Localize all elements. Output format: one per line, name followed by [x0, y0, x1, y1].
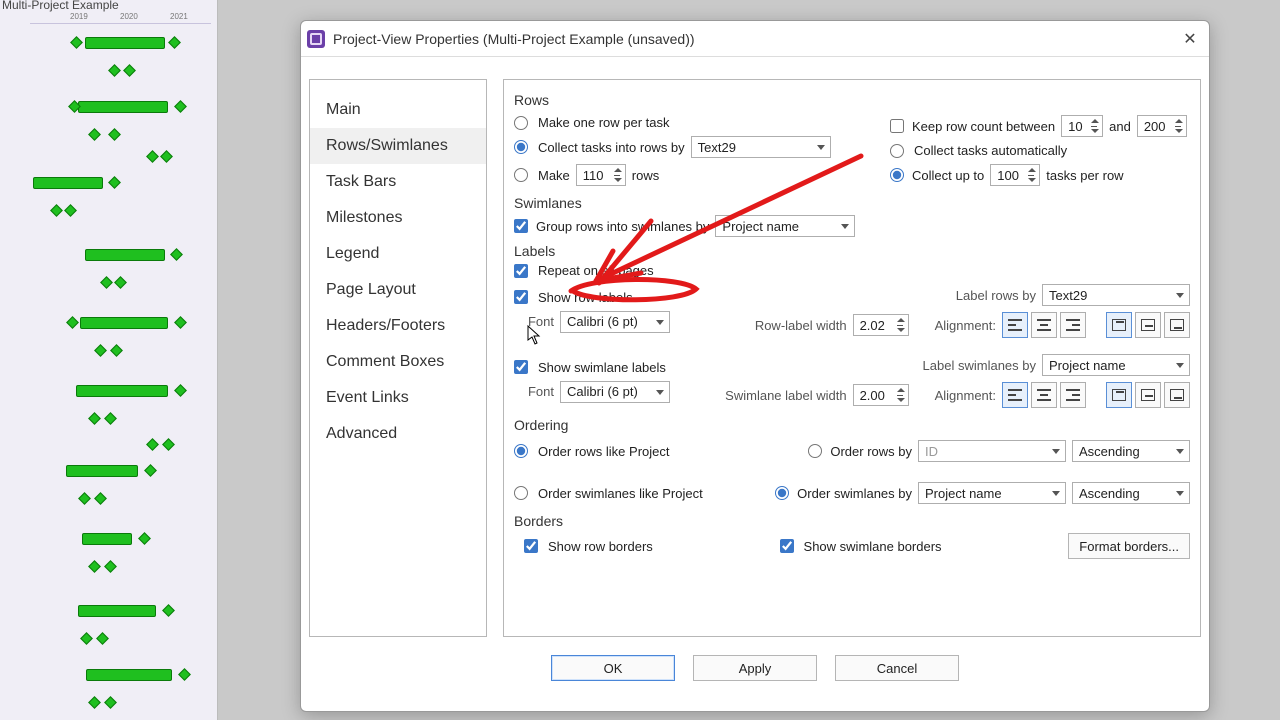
section-swimlanes-title: Swimlanes: [514, 195, 1190, 211]
nav-sidebar: Main Rows/Swimlanes Task Bars Milestones…: [309, 79, 487, 637]
check-show-row-labels[interactable]: Show row labels: [514, 290, 670, 305]
nav-comment-boxes[interactable]: Comment Boxes: [310, 344, 486, 380]
check-swim-borders[interactable]: Show swimlane borders: [780, 539, 942, 554]
align-swim-v: [1106, 382, 1190, 408]
check-repeat-pages[interactable]: Repeat on all pages: [514, 263, 1190, 278]
radio-order-swim-like[interactable]: Order swimlanes like Project: [514, 486, 703, 501]
align-swim-center[interactable]: [1031, 382, 1057, 408]
radio-order-rows-by[interactable]: Order rows by: [808, 444, 912, 459]
nav-task-bars[interactable]: Task Bars: [310, 164, 486, 200]
properties-dialog: Project-View Properties (Multi-Project E…: [300, 20, 1210, 712]
spin-keep-min[interactable]: 10: [1061, 115, 1103, 137]
check-show-swim-labels[interactable]: Show swimlane labels: [514, 360, 670, 375]
cursor-icon: [527, 325, 541, 345]
spin-make-rows[interactable]: 110: [576, 164, 626, 186]
align-row-v: [1106, 312, 1190, 338]
spin-keep-max[interactable]: 200: [1137, 115, 1187, 137]
section-labels-title: Labels: [514, 243, 1190, 259]
align-row-left[interactable]: [1002, 312, 1028, 338]
nav-main[interactable]: Main: [310, 92, 486, 128]
nav-milestones[interactable]: Milestones: [310, 200, 486, 236]
combo-row-font[interactable]: Calibri (6 pt): [560, 311, 670, 333]
nav-event-links[interactable]: Event Links: [310, 380, 486, 416]
align-swim-right[interactable]: [1060, 382, 1086, 408]
combo-label-rows-by[interactable]: Text29: [1042, 284, 1190, 306]
dialog-buttons: OK Apply Cancel: [301, 645, 1209, 685]
align-swim-left[interactable]: [1002, 382, 1028, 408]
radio-collect-by[interactable]: Collect tasks into rows by Text29: [514, 136, 831, 158]
align-row-center[interactable]: [1031, 312, 1057, 338]
titlebar: Project-View Properties (Multi-Project E…: [301, 21, 1209, 57]
align-row-right[interactable]: [1060, 312, 1086, 338]
combo-label-swim-by[interactable]: Project name: [1042, 354, 1190, 376]
combo-order-swim-field[interactable]: Project name: [918, 482, 1066, 504]
section-rows-title: Rows: [514, 92, 1190, 108]
radio-collect-upto[interactable]: Collect up to: [890, 168, 984, 183]
gantt-timeline: 2019 2020 2021: [30, 14, 211, 24]
align-swim-bottom[interactable]: [1164, 382, 1190, 408]
content-panel: Rows Make one row per task Collect tasks…: [503, 79, 1201, 637]
nav-page-layout[interactable]: Page Layout: [310, 272, 486, 308]
combo-swimlane-by[interactable]: Project name: [715, 215, 855, 237]
gantt-background: Multi-Project Example 2019 2020 2021 // …: [0, 0, 218, 720]
dialog-title: Project-View Properties (Multi-Project E…: [333, 31, 1179, 47]
check-keep-count[interactable]: Keep row count between: [890, 119, 1055, 134]
combo-order-swim-dir[interactable]: Ascending: [1072, 482, 1190, 504]
cancel-button[interactable]: Cancel: [835, 655, 959, 681]
align-row-middle[interactable]: [1135, 312, 1161, 338]
spin-swim-width[interactable]: 2.00: [853, 384, 909, 406]
nav-headers-footers[interactable]: Headers/Footers: [310, 308, 486, 344]
check-row-borders[interactable]: Show row borders: [524, 539, 653, 554]
ok-button[interactable]: OK: [551, 655, 675, 681]
combo-order-rows-field[interactable]: ID: [918, 440, 1066, 462]
format-borders-button[interactable]: Format borders...: [1068, 533, 1190, 559]
section-ordering-title: Ordering: [514, 417, 1190, 433]
nav-legend[interactable]: Legend: [310, 236, 486, 272]
align-swim-top[interactable]: [1106, 382, 1132, 408]
nav-advanced[interactable]: Advanced: [310, 416, 486, 452]
radio-order-swim-by[interactable]: Order swimlanes by: [775, 486, 912, 501]
align-swim-h: [1002, 382, 1086, 408]
check-group-swimlanes[interactable]: Group rows into swimlanes by: [514, 219, 709, 234]
section-borders-title: Borders: [514, 513, 1190, 529]
app-icon: [307, 30, 325, 48]
align-row-top[interactable]: [1106, 312, 1132, 338]
radio-collect-auto[interactable]: Collect tasks automatically: [890, 143, 1190, 158]
radio-make-rows[interactable]: Make 110 rows: [514, 164, 831, 186]
radio-one-per-task[interactable]: Make one row per task: [514, 115, 831, 130]
align-swim-middle[interactable]: [1135, 382, 1161, 408]
nav-rows-swimlanes[interactable]: Rows/Swimlanes: [310, 128, 486, 164]
align-row-h: [1002, 312, 1086, 338]
apply-button[interactable]: Apply: [693, 655, 817, 681]
align-row-bottom[interactable]: [1164, 312, 1190, 338]
spin-row-width[interactable]: 2.02: [853, 314, 909, 336]
close-icon[interactable]: ✕: [1179, 28, 1201, 50]
spin-upto[interactable]: 100: [990, 164, 1040, 186]
combo-collect-by[interactable]: Text29: [691, 136, 831, 158]
combo-order-rows-dir[interactable]: Ascending: [1072, 440, 1190, 462]
radio-order-rows-like[interactable]: Order rows like Project: [514, 444, 669, 459]
combo-swim-font[interactable]: Calibri (6 pt): [560, 381, 670, 403]
